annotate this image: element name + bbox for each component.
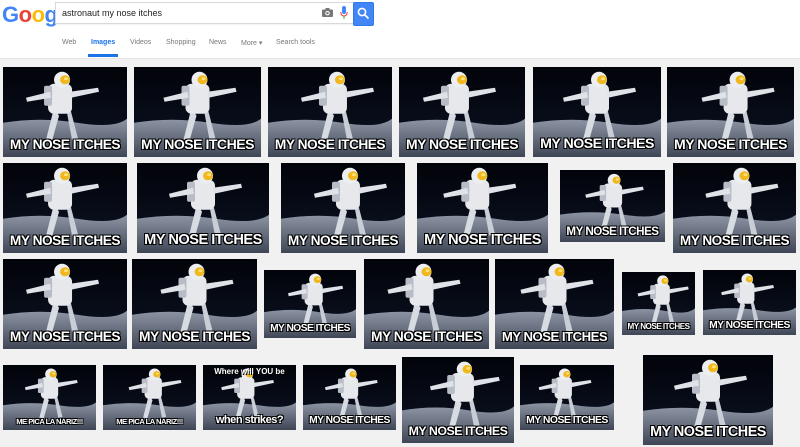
meme-caption: MY NOSE ITCHES [540,135,654,152]
meme-caption: MY NOSE ITCHES [144,231,262,248]
logo-letter: o [18,2,32,27]
search-box[interactable] [55,2,355,24]
image-result-thumbnail[interactable]: Where will YOU be when strikes? [203,365,296,430]
meme-caption: MY NOSE ITCHES [674,135,787,152]
image-result-thumbnail[interactable]: MY NOSE ITCHES [3,163,127,253]
meme-caption: MY NOSE ITCHES [650,423,766,440]
tab-news[interactable]: News [209,39,227,46]
tab-images[interactable]: Images [91,39,115,46]
image-result-thumbnail[interactable]: MY NOSE ITCHES [3,259,127,349]
image-result-thumbnail[interactable]: MY NOSE ITCHES [417,163,548,253]
image-result-thumbnail[interactable]: MY NOSE ITCHES [622,272,695,335]
meme-caption: MY NOSE ITCHES [9,328,121,344]
image-result-thumbnail[interactable]: MY NOSE ITCHES [303,365,396,430]
meme-caption: MY NOSE ITCHES [405,135,519,152]
meme-caption: MY NOSE ITCHES [679,232,790,248]
image-result-thumbnail[interactable]: MY NOSE ITCHES [495,259,614,349]
meme-caption: MY NOSE ITCHES [9,232,121,248]
logo-letter: G [2,2,19,27]
meme-caption: MY NOSE ITCHES [9,136,121,152]
meme-top-caption: Where will YOU be [214,367,285,376]
image-result-thumbnail[interactable]: MY NOSE ITCHES [533,67,661,157]
image-result-thumbnail[interactable]: MY NOSE ITCHES [673,163,796,253]
search-icon [357,7,370,20]
image-result-thumbnail[interactable]: MY NOSE ITCHES [132,259,257,349]
meme-caption: MY NOSE ITCHES [709,320,790,332]
image-result-thumbnail[interactable]: MY NOSE ITCHES [134,67,261,157]
meme-caption: MY NOSE ITCHES [138,327,251,344]
image-result-thumbnail[interactable]: MY NOSE ITCHES [264,270,356,338]
meme-caption: MY NOSE ITCHES [566,224,659,238]
meme-caption: MY NOSE ITCHES [270,322,350,334]
search-input[interactable] [62,3,312,23]
active-tab-indicator [88,54,118,57]
meme-caption: MY NOSE ITCHES [309,415,390,427]
header: Google WebImagesVideosShoppingNewsMore ▾… [0,0,800,59]
meme-caption: ME PICA LA NARIZ!!! [16,417,83,427]
image-result-thumbnail[interactable]: MY NOSE ITCHES [643,355,773,445]
image-result-thumbnail[interactable]: MY NOSE ITCHES [137,163,269,253]
image-result-thumbnail[interactable]: MY NOSE ITCHES [703,270,796,335]
image-result-thumbnail[interactable]: MY NOSE ITCHES [268,67,392,157]
meme-caption: MY NOSE ITCHES [408,423,508,438]
tab-shopping[interactable]: Shopping [166,39,196,46]
meme-caption: MY NOSE ITCHES [287,232,399,248]
meme-caption: ME PICA LA NARIZ!!! [116,417,183,427]
image-result-thumbnail[interactable]: MY NOSE ITCHES [364,259,489,349]
image-result-thumbnail[interactable]: MY NOSE ITCHES [402,357,514,443]
tab-web[interactable]: Web [62,39,76,46]
meme-caption: MY NOSE ITCHES [141,135,254,152]
camera-icon[interactable] [322,8,333,17]
image-result-thumbnail[interactable]: ME PICA LA NARIZ!!! [103,365,196,430]
search-button[interactable] [353,2,374,26]
image-result-thumbnail[interactable]: MY NOSE ITCHES [3,67,127,157]
image-result-thumbnail[interactable]: MY NOSE ITCHES [667,67,794,157]
meme-caption: when strikes? [215,414,284,427]
meme-caption: MY NOSE ITCHES [501,328,608,344]
meme-caption: MY NOSE ITCHES [274,136,386,152]
tab-videos[interactable]: Videos [130,39,151,46]
image-result-thumbnail[interactable]: ME PICA LA NARIZ!!! [3,365,96,430]
tab-more[interactable]: More ▾ [241,39,262,47]
meme-caption: MY NOSE ITCHES [627,322,690,332]
image-result-thumbnail[interactable]: MY NOSE ITCHES [281,163,405,253]
microphone-icon[interactable] [340,6,348,19]
image-result-thumbnail[interactable]: MY NOSE ITCHES [560,170,665,242]
meme-caption: MY NOSE ITCHES [370,327,483,344]
logo-letter: o [31,2,45,27]
meme-caption: MY NOSE ITCHES [424,231,541,248]
tab-search-tools[interactable]: Search tools [276,39,315,46]
image-result-thumbnail[interactable]: MY NOSE ITCHES [520,365,614,430]
meme-caption: MY NOSE ITCHES [526,415,608,427]
image-result-thumbnail[interactable]: MY NOSE ITCHES [399,67,525,157]
